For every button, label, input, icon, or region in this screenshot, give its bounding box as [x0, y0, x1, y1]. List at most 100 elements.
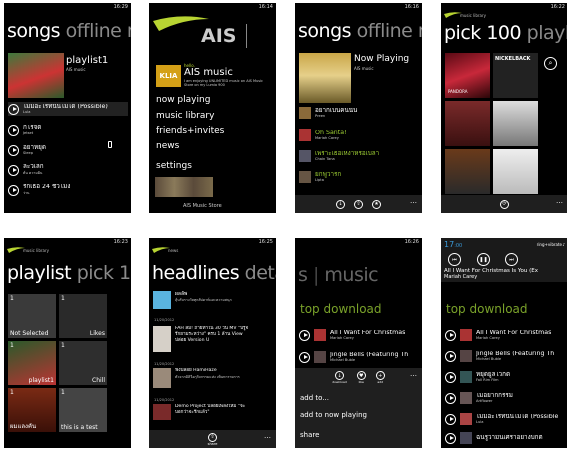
song-row[interactable]: ยกฟูวาร์ก Lipta — [299, 170, 419, 184]
song-row[interactable]: All I Want For Christmas Mariah Carey — [299, 326, 419, 344]
star-icon[interactable]: ★ — [372, 199, 381, 209]
album-tile[interactable] — [445, 149, 490, 194]
pivot-current[interactable]: music — [324, 264, 378, 286]
play-icon[interactable] — [445, 329, 456, 341]
status-time: 16:14 — [258, 4, 273, 10]
screen-pick100: 16:22 music library pick 100 playlis PAN… — [441, 3, 567, 213]
like-action[interactable]: ♥ like — [356, 371, 366, 384]
play-icon[interactable] — [8, 124, 19, 136]
playlist-tile[interactable]: 1 ผมแลงคัน — [8, 388, 56, 432]
menu-friends-invites[interactable]: friends+invites — [156, 126, 224, 136]
featured-playlist[interactable]: playlist1 AIS music — [8, 53, 126, 98]
menu-now-playing[interactable]: now playing — [156, 95, 210, 105]
album-tile[interactable]: PANDORA — [445, 53, 490, 98]
like-icon[interactable]: ♥ — [356, 371, 366, 380]
playlist-tile[interactable]: 1 Not Selected — [8, 294, 56, 338]
pivot-next[interactable]: deta — [245, 262, 276, 284]
pivot-prev[interactable]: s — [298, 264, 308, 286]
menu-add-to-now-playing[interactable]: add to now playing — [300, 411, 367, 419]
playlist-tile[interactable]: 1 Chill — [59, 341, 107, 385]
pivot-next[interactable]: offline m — [357, 20, 422, 42]
add-action[interactable]: + add — [375, 371, 385, 384]
play-icon[interactable] — [299, 351, 310, 363]
song-artist: Jetset — [23, 131, 34, 135]
add-icon[interactable]: + — [375, 371, 385, 380]
news-title: FAH ลัม! ถ่ายทำใน 30 วัน MV "ปีรูจรักยาม… — [175, 326, 249, 343]
song-row[interactable]: ไม่มีอะไรที่นั้นไม่ได้ (Possible Lula — [445, 410, 565, 428]
pause-button[interactable]: ❚❚ — [477, 253, 490, 266]
news-item[interactable]: ผลลัพ ลุ้นรับรางวัลทุกสัปดาห์และความสนุก — [153, 291, 273, 313]
pivot-current[interactable]: songs — [7, 20, 61, 42]
play-icon[interactable] — [8, 184, 19, 196]
playlist-title: playlist1 — [66, 55, 109, 66]
song-row[interactable]: หยุดยูล์ไว้ก์ดี Fall Rim Film — [445, 368, 565, 386]
pivot-title: headlines deta — [152, 262, 276, 284]
menu-music-library[interactable]: music library — [156, 111, 214, 121]
pivot-title: songs offline m — [298, 20, 422, 42]
search-icon[interactable]: ⌕ — [544, 57, 557, 70]
share-icon[interactable]: ⇧ — [354, 199, 363, 209]
play-icon[interactable] — [445, 392, 456, 404]
playlist-tile[interactable]: 1 playlist1 — [8, 341, 56, 385]
song-row[interactable]: กีโร่จิต Jetset — [8, 123, 128, 137]
pivot-next[interactable]: playlis — [527, 22, 567, 44]
album-tile[interactable] — [493, 101, 538, 146]
download-icon[interactable]: ↓ — [336, 199, 345, 209]
more-icon[interactable]: … — [264, 432, 271, 440]
pivot-current[interactable]: pick 100 — [444, 22, 522, 44]
play-icon[interactable] — [445, 371, 456, 383]
next-button[interactable]: ⏭ — [505, 253, 518, 266]
playlist-tile[interactable]: 1 Likes — [59, 294, 107, 338]
news-item[interactable]: FAH ลัม! ถ่ายทำใน 30 วัน MV "ปีรูจรักยาม… — [153, 326, 273, 360]
play-icon[interactable] — [445, 432, 456, 444]
song-row[interactable]: Oh Santa! Mariah Carey — [299, 128, 419, 142]
song-row[interactable]: Jingle Bells (Featuring Th Michael Buble — [299, 348, 419, 366]
song-row[interactable]: รักเธอ 24 ชั่วโมง ว่าน — [8, 183, 128, 197]
playlist-tile[interactable]: 1 this is a test — [59, 388, 107, 432]
song-row[interactable]: เพราะเธอเหงาหรือเปล่า Chain Tana — [299, 149, 419, 163]
song-row[interactable]: อยากเป็นคนนั้น Preen — [299, 106, 419, 120]
song-row[interactable]: ฉันรู้ว่ามันเศร้าอย่างปกติ — [445, 430, 565, 446]
ring-mode: ring+vibrate — [536, 242, 562, 247]
prev-button[interactable]: ⏮ — [448, 253, 461, 266]
download-action[interactable]: ↓ download — [332, 371, 347, 384]
more-icon[interactable]: … — [410, 370, 417, 378]
menu-add-to[interactable]: add to... — [300, 394, 329, 402]
app-bar: ⟳ … — [441, 195, 567, 213]
album-tile[interactable]: NICKELBACK — [493, 53, 538, 98]
menu-news[interactable]: news — [156, 141, 179, 151]
album-tile[interactable] — [445, 101, 490, 146]
share-icon[interactable]: ⇧ — [207, 432, 217, 442]
pivot-next[interactable]: offline m — [66, 20, 131, 42]
menu-share[interactable]: share — [300, 431, 319, 439]
song-row[interactable]: ไม่อยากกรรม Artflower — [445, 389, 565, 407]
song-row[interactable]: ละวิเลิก ต้น ความฝัน — [8, 163, 128, 177]
play-icon[interactable] — [445, 413, 456, 425]
download-label: download — [332, 380, 347, 384]
share-action[interactable]: ⇧ share — [207, 432, 217, 446]
song-row[interactable]: Jingle Bells (Featuring Th Michael Buble — [445, 347, 565, 365]
refresh-icon[interactable]: ⟳ — [500, 199, 509, 209]
song-thumb — [460, 350, 472, 362]
album-tile[interactable] — [493, 149, 538, 194]
download-icon[interactable]: ↓ — [334, 371, 344, 380]
play-icon[interactable] — [8, 103, 19, 115]
pivot-current[interactable]: songs — [298, 20, 352, 42]
play-icon[interactable] — [299, 329, 310, 341]
news-item[interactable]: ฟังปล่อย HamiHaze ตัวจากมิลิวีอกุกิจกรรมแ… — [153, 368, 273, 394]
song-row[interactable]: All I Want For Christmas Mariah Carey — [445, 326, 565, 344]
more-icon[interactable]: … — [410, 197, 417, 205]
song-row[interactable]: ไม่มีอะไรที่นั้นไม่ได้ (Possible) Lula — [8, 102, 128, 116]
app-thumb: KLIA — [156, 65, 181, 87]
menu-settings[interactable]: settings — [156, 161, 192, 171]
song-artist: Mariah Carey — [315, 136, 339, 140]
news-item[interactable]: Demo Project ปล่อยเพลงใหม่ "จะบอกว่าจะรั… — [153, 404, 273, 426]
pivot-next[interactable]: pick 100 — [77, 262, 131, 284]
pivot-title: songs offline m — [7, 20, 131, 42]
play-icon[interactable] — [8, 164, 19, 176]
pivot-current[interactable]: playlist — [7, 262, 72, 284]
play-icon[interactable] — [8, 144, 19, 156]
play-icon[interactable] — [445, 350, 456, 362]
more-icon[interactable]: … — [556, 197, 563, 205]
pivot-current[interactable]: headlines — [152, 262, 240, 284]
